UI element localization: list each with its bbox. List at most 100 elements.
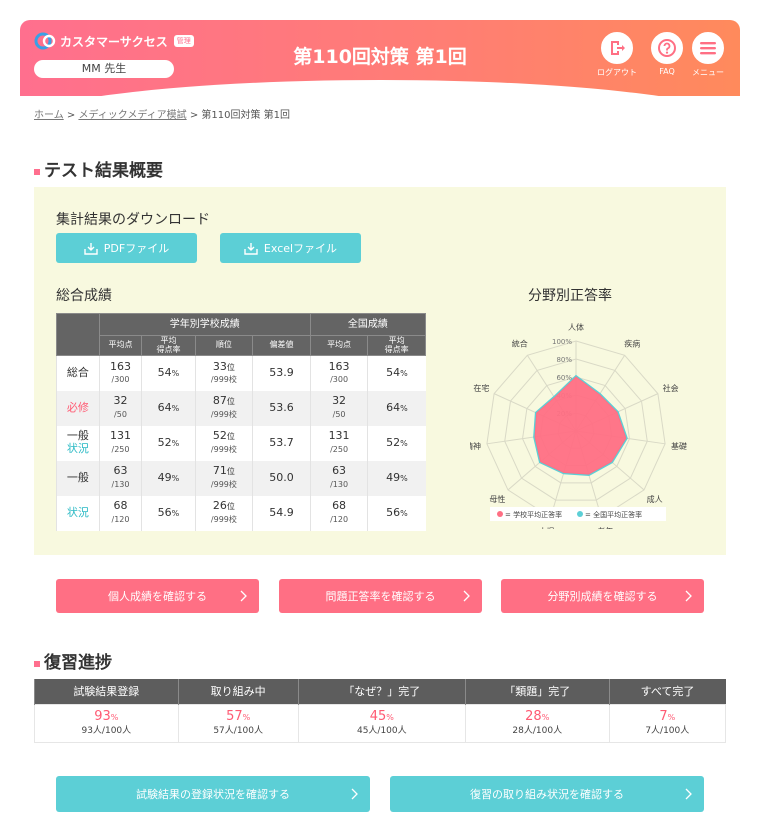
- review-column-header: すべて完了: [608, 679, 726, 704]
- results-row: 必修 32/50 64% 87位/999校 53.6 32/50 64%: [56, 390, 426, 426]
- school-rank-cell: 33位/999校: [194, 355, 253, 391]
- results-row: 一般 63/130 49% 71位/999校 50.0 63/130 49%: [56, 460, 426, 496]
- question-rate-button[interactable]: 問題正答率を確認する: [279, 579, 482, 613]
- radar-tick-label: 80%: [556, 356, 572, 364]
- row-label: 一般 状況: [56, 425, 100, 461]
- school-dev-cell: 53.9: [252, 355, 311, 391]
- radar-category-label: 在宅: [473, 383, 489, 393]
- national-avg-cell: 32/50: [309, 390, 368, 426]
- school-rank-cell: 87位/999校: [194, 390, 253, 426]
- school-rank-cell: 71位/999校: [194, 460, 253, 496]
- school-rank-cell: 52位/999校: [194, 425, 253, 461]
- download-title: 集計結果のダウンロード: [56, 212, 210, 228]
- col-avg-header: 平均点: [98, 335, 143, 356]
- overall-title: 総合成績: [56, 288, 112, 304]
- breadcrumb-separator: >: [186, 110, 202, 121]
- school-rate-cell: 52%: [141, 425, 196, 461]
- school-avg-cell: 163/300: [98, 355, 142, 391]
- national-rate-cell: 52%: [367, 425, 426, 461]
- breadcrumb-parent[interactable]: メディックメディア模試: [78, 110, 186, 121]
- school-rank-cell: 26位/999校: [194, 495, 253, 531]
- national-rate-cell: 54%: [367, 355, 426, 391]
- chevron-right-icon: [240, 590, 247, 602]
- review-progress-cell: 57% 57人/100人: [177, 703, 299, 743]
- download-icon: [244, 242, 258, 255]
- review-column-header: 試験結果登録: [34, 679, 179, 704]
- breadcrumb-separator: >: [63, 110, 79, 121]
- faq-button[interactable]: FAQ: [644, 32, 690, 76]
- results-row: 総合 163/300 54% 33位/999校 53.9 163/300 54%: [56, 355, 426, 391]
- download-icon: [84, 242, 98, 255]
- national-avg-cell: 68/120: [309, 495, 368, 531]
- school-rate-cell: 56%: [141, 495, 196, 531]
- radar-category-label: 小児: [539, 527, 555, 529]
- results-corner: [56, 313, 100, 356]
- legend-national-swatch: [577, 511, 583, 517]
- national-rate-cell: 64%: [367, 390, 426, 426]
- question-icon: [658, 39, 676, 57]
- results-row: 状況 68/120 56% 26位/999校 54.9 68/120 56%: [56, 495, 426, 531]
- school-dev-cell: 53.6: [252, 390, 311, 426]
- school-dev-cell: 50.0: [252, 460, 311, 496]
- national-avg-cell: 163/300: [309, 355, 368, 391]
- field-radar-chart: 100%80%60%40%20%人体疾病社会基礎成人老年小児母性精神在宅統合= …: [470, 322, 687, 529]
- radar-series-school: [534, 376, 627, 475]
- national-rate-cell: 56%: [367, 495, 426, 531]
- national-avg-cell: 131/250: [309, 425, 368, 461]
- school-avg-cell: 63/130: [98, 460, 142, 496]
- breadcrumb-home[interactable]: ホーム: [34, 110, 64, 121]
- legend-national-label: = 全国平均正答率: [585, 510, 642, 519]
- individual-results-label: 個人成績を確認する: [108, 590, 207, 603]
- logout-label: ログアウト: [597, 68, 637, 77]
- radar-category-label: 基礎: [671, 441, 687, 451]
- radar-category-label: 人体: [568, 322, 584, 332]
- individual-results-button[interactable]: 個人成績を確認する: [56, 579, 259, 613]
- summary-heading: テスト結果概要: [34, 156, 163, 181]
- excel-download-button[interactable]: Excelファイル: [220, 233, 361, 263]
- logout-icon: [611, 41, 625, 55]
- national-avg-cell: 63/130: [309, 460, 368, 496]
- review-column-header: 取り組み中: [177, 679, 299, 704]
- breadcrumb-current: 第110回対策 第1回: [201, 110, 291, 121]
- chevron-right-icon: [685, 788, 692, 800]
- excel-download-label: Excelファイル: [263, 242, 338, 255]
- review-status-button[interactable]: 復習の取り組み状況を確認する: [390, 776, 704, 812]
- school-avg-cell: 68/120: [98, 495, 142, 531]
- question-rate-label: 問題正答率を確認する: [325, 590, 436, 603]
- review-progress-table: 試験結果登録 取り組み中 「なぜ？」完了 「類題」完了 すべて完了 93% 93人/100…: [34, 679, 727, 743]
- chevron-right-icon: [685, 590, 692, 602]
- radar-tick-label: 100%: [552, 338, 572, 346]
- breadcrumb: ホーム > メディックメディア模試 > 第110回対策 第1回: [34, 106, 290, 121]
- registration-status-label: 試験結果の登録状況を確認する: [136, 788, 290, 801]
- radar-category-label: 疾病: [624, 339, 640, 349]
- menu-button[interactable]: メニュー: [685, 32, 731, 78]
- review-progress-cell: 28% 28人/100人: [464, 703, 610, 743]
- radar-category-label: 精神: [470, 441, 481, 451]
- school-avg-cell: 131/250: [98, 425, 142, 461]
- field-results-button[interactable]: 分野別成績を確認する: [501, 579, 704, 613]
- registration-status-button[interactable]: 試験結果の登録状況を確認する: [56, 776, 370, 812]
- col-national-avg-header: 平均点: [309, 335, 369, 356]
- results-table: 学年別学校成績 全国成績 平均点 平均 得点率 順位 偏差値 平均点 平均 得点率 …: [56, 313, 427, 531]
- col-dev-header: 偏差値: [252, 335, 311, 356]
- row-label: 必修: [56, 390, 100, 426]
- national-rate-cell: 49%: [367, 460, 426, 496]
- group-school-header: 学年別学校成績: [98, 313, 311, 336]
- school-rate-cell: 64%: [141, 390, 196, 426]
- legend-school-swatch: [497, 511, 503, 517]
- logout-button[interactable]: ログアウト: [594, 32, 640, 78]
- legend-school-label: = 学校平均正答率: [505, 510, 562, 519]
- col-rank-header: 順位: [194, 335, 254, 356]
- review-column-header: 「なぜ？」完了: [297, 679, 466, 704]
- results-row: 一般 状況 131/250 52% 52位/999校 53.7 131/250 52%: [56, 425, 426, 461]
- school-dev-cell: 54.9: [252, 495, 311, 531]
- radar-category-label: 母性: [489, 494, 505, 504]
- pdf-download-button[interactable]: PDFファイル: [56, 233, 197, 263]
- col-rate-header: 平均 得点率: [141, 335, 196, 356]
- radar-category-label: 老年: [597, 526, 613, 529]
- app-header: カスタマーサクセス 管理 MM 先生 第110回対策 第1回 ログアウト FAQ…: [20, 20, 740, 96]
- review-status-label: 復習の取り組み状況を確認する: [470, 788, 624, 801]
- summary-panel: 集計結果のダウンロード PDFファイル Excelファイル 総合成績 分野別正答…: [34, 187, 726, 555]
- review-progress-cell: 7% 7人/100人: [608, 703, 727, 743]
- review-progress-cell: 93% 93人/100人: [34, 703, 179, 743]
